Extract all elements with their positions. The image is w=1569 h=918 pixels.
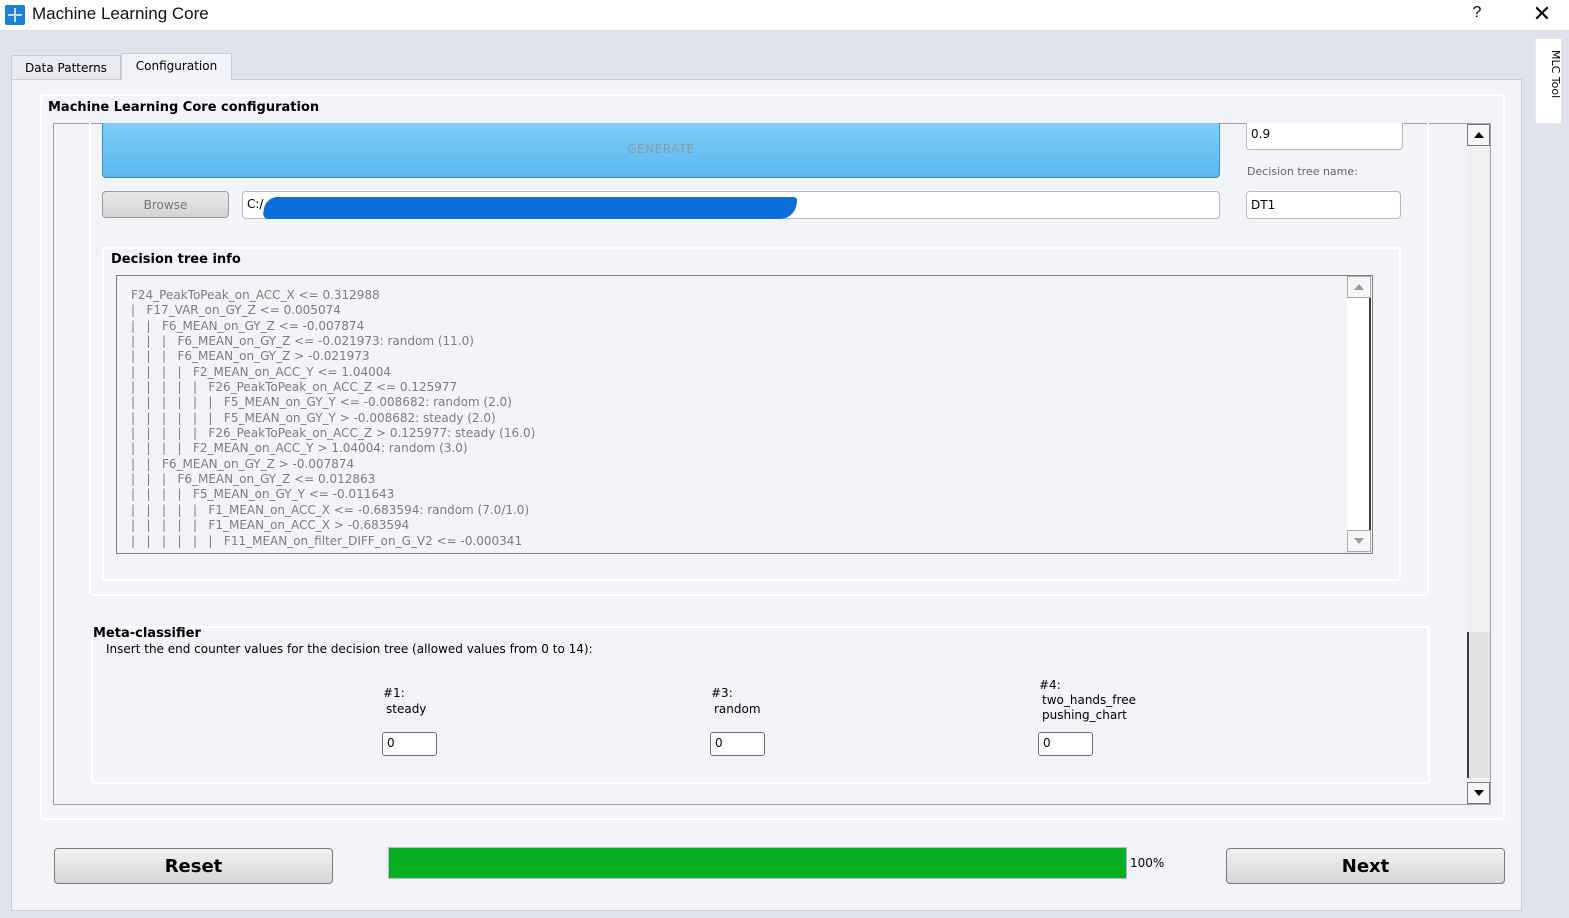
class-1-name: steady xyxy=(386,702,427,716)
chevron-down-icon xyxy=(1474,790,1484,796)
decision-tree-line: | | | F6_MEAN_on_GY_Z <= -0.021973: rand… xyxy=(131,334,474,349)
close-icon[interactable]: ✕ xyxy=(1528,2,1556,28)
decision-tree-line: | | F6_MEAN_on_GY_Z > -0.007874 xyxy=(131,456,355,471)
class-4-id: #4: xyxy=(1039,678,1061,692)
config-scroll-thumb[interactable] xyxy=(1467,632,1490,778)
decision-tree-scroll-up[interactable] xyxy=(1347,276,1371,298)
decision-tree-line: F24_PeakToPeak_on_ACC_X <= 0.312988 xyxy=(131,288,380,302)
tab-configuration[interactable]: Configuration xyxy=(121,53,232,80)
progress-text: 100% xyxy=(1130,856,1165,870)
class-3-name: random xyxy=(714,702,761,716)
title-bar xyxy=(0,0,1569,30)
chevron-up-icon xyxy=(1474,132,1484,138)
decision-tree-line: | F17_VAR_on_GY_Z <= 0.005074 xyxy=(131,303,341,318)
chevron-up-icon xyxy=(1354,284,1364,290)
decision-tree-line: | | F6_MEAN_on_GY_Z <= -0.007874 xyxy=(131,318,365,333)
decision-tree-info-title: Decision tree info xyxy=(111,252,241,267)
config-group-title: Machine Learning Core configuration xyxy=(48,100,320,115)
side-tab-label: MLC Tool xyxy=(1549,50,1562,99)
decision-tree-line: | | | | F2_MEAN_on_ACC_Y > 1.04004: rand… xyxy=(131,441,468,456)
config-scroll-up[interactable] xyxy=(1467,124,1490,146)
class-3-id: #3: xyxy=(711,686,733,700)
generate-button[interactable]: GENERATE xyxy=(102,123,1220,178)
meta-classifier-title: Meta-classifier xyxy=(93,626,201,641)
decision-tree-line: | | | | | F26_PeakToPeak_on_ACC_Z > 0.12… xyxy=(131,426,536,441)
decision-tree-line: | | | | F5_MEAN_on_GY_Y <= -0.011643 xyxy=(131,487,395,502)
decision-tree-line: | | | | | | F5_MEAN_on_GY_Y <= -0.008682… xyxy=(131,395,512,410)
class-1-id: #1: xyxy=(383,686,405,700)
tab-data-patterns[interactable]: Data Patterns xyxy=(11,55,121,79)
decision-tree-scroll-down[interactable] xyxy=(1347,530,1371,552)
chevron-down-icon xyxy=(1354,538,1364,544)
decision-tree-line: | | | | | F1_MEAN_on_ACC_X <= -0.683594:… xyxy=(131,502,530,517)
config-scroll-down[interactable] xyxy=(1467,782,1490,804)
window-title: Machine Learning Core xyxy=(32,4,209,23)
class-4-name: two_hands_free pushing_chart xyxy=(1042,693,1136,722)
class-4-counter-input[interactable]: 0 xyxy=(1038,732,1093,756)
decision-tree-lines: F24_PeakToPeak_on_ACC_X <= 0.312988 | F17… xyxy=(131,288,535,549)
next-button[interactable]: Next xyxy=(1226,848,1505,884)
help-button[interactable]: ? xyxy=(1466,4,1488,26)
decision-tree-scroll-thumb[interactable] xyxy=(1347,298,1371,530)
progress-fill xyxy=(389,848,1126,878)
meta-classifier-description: Insert the end counter values for the de… xyxy=(106,642,593,656)
decision-tree-name-label: Decision tree name: xyxy=(1247,165,1358,178)
browse-button[interactable]: Browse xyxy=(102,191,229,218)
decision-tree-line: | | | F6_MEAN_on_GY_Z > -0.021973 xyxy=(131,349,370,364)
class-3-counter-input[interactable]: 0 xyxy=(710,732,765,756)
class-1-counter-input[interactable]: 0 xyxy=(382,732,437,756)
decision-tree-name-input[interactable]: DT1 xyxy=(1246,191,1401,219)
app-grid-icon xyxy=(5,5,25,25)
decision-tree-text-area[interactable]: F24_PeakToPeak_on_ACC_X <= 0.312988 | F17… xyxy=(116,275,1373,554)
decision-tree-line: | | | | | F26_PeakToPeak_on_ACC_Z <= 0.1… xyxy=(131,380,458,395)
decision-tree-line: | | | | | | F5_MEAN_on_GY_Y > -0.008682:… xyxy=(131,410,496,425)
decision-tree-line: | | | F6_MEAN_on_GY_Z <= 0.012863 xyxy=(131,472,376,487)
decision-tree-line: | | | | | | F11_MEAN_on_filter_DIFF_on_G… xyxy=(131,533,523,548)
decision-tree-line: | | | | | F1_MEAN_on_ACC_X > -0.683594 xyxy=(131,518,410,533)
threshold-input[interactable]: 0.9 xyxy=(1246,123,1403,150)
reset-button[interactable]: Reset xyxy=(54,848,333,884)
redaction-mark xyxy=(262,197,798,219)
decision-tree-line: | | | | F2_MEAN_on_ACC_Y <= 1.04004 xyxy=(131,364,391,379)
